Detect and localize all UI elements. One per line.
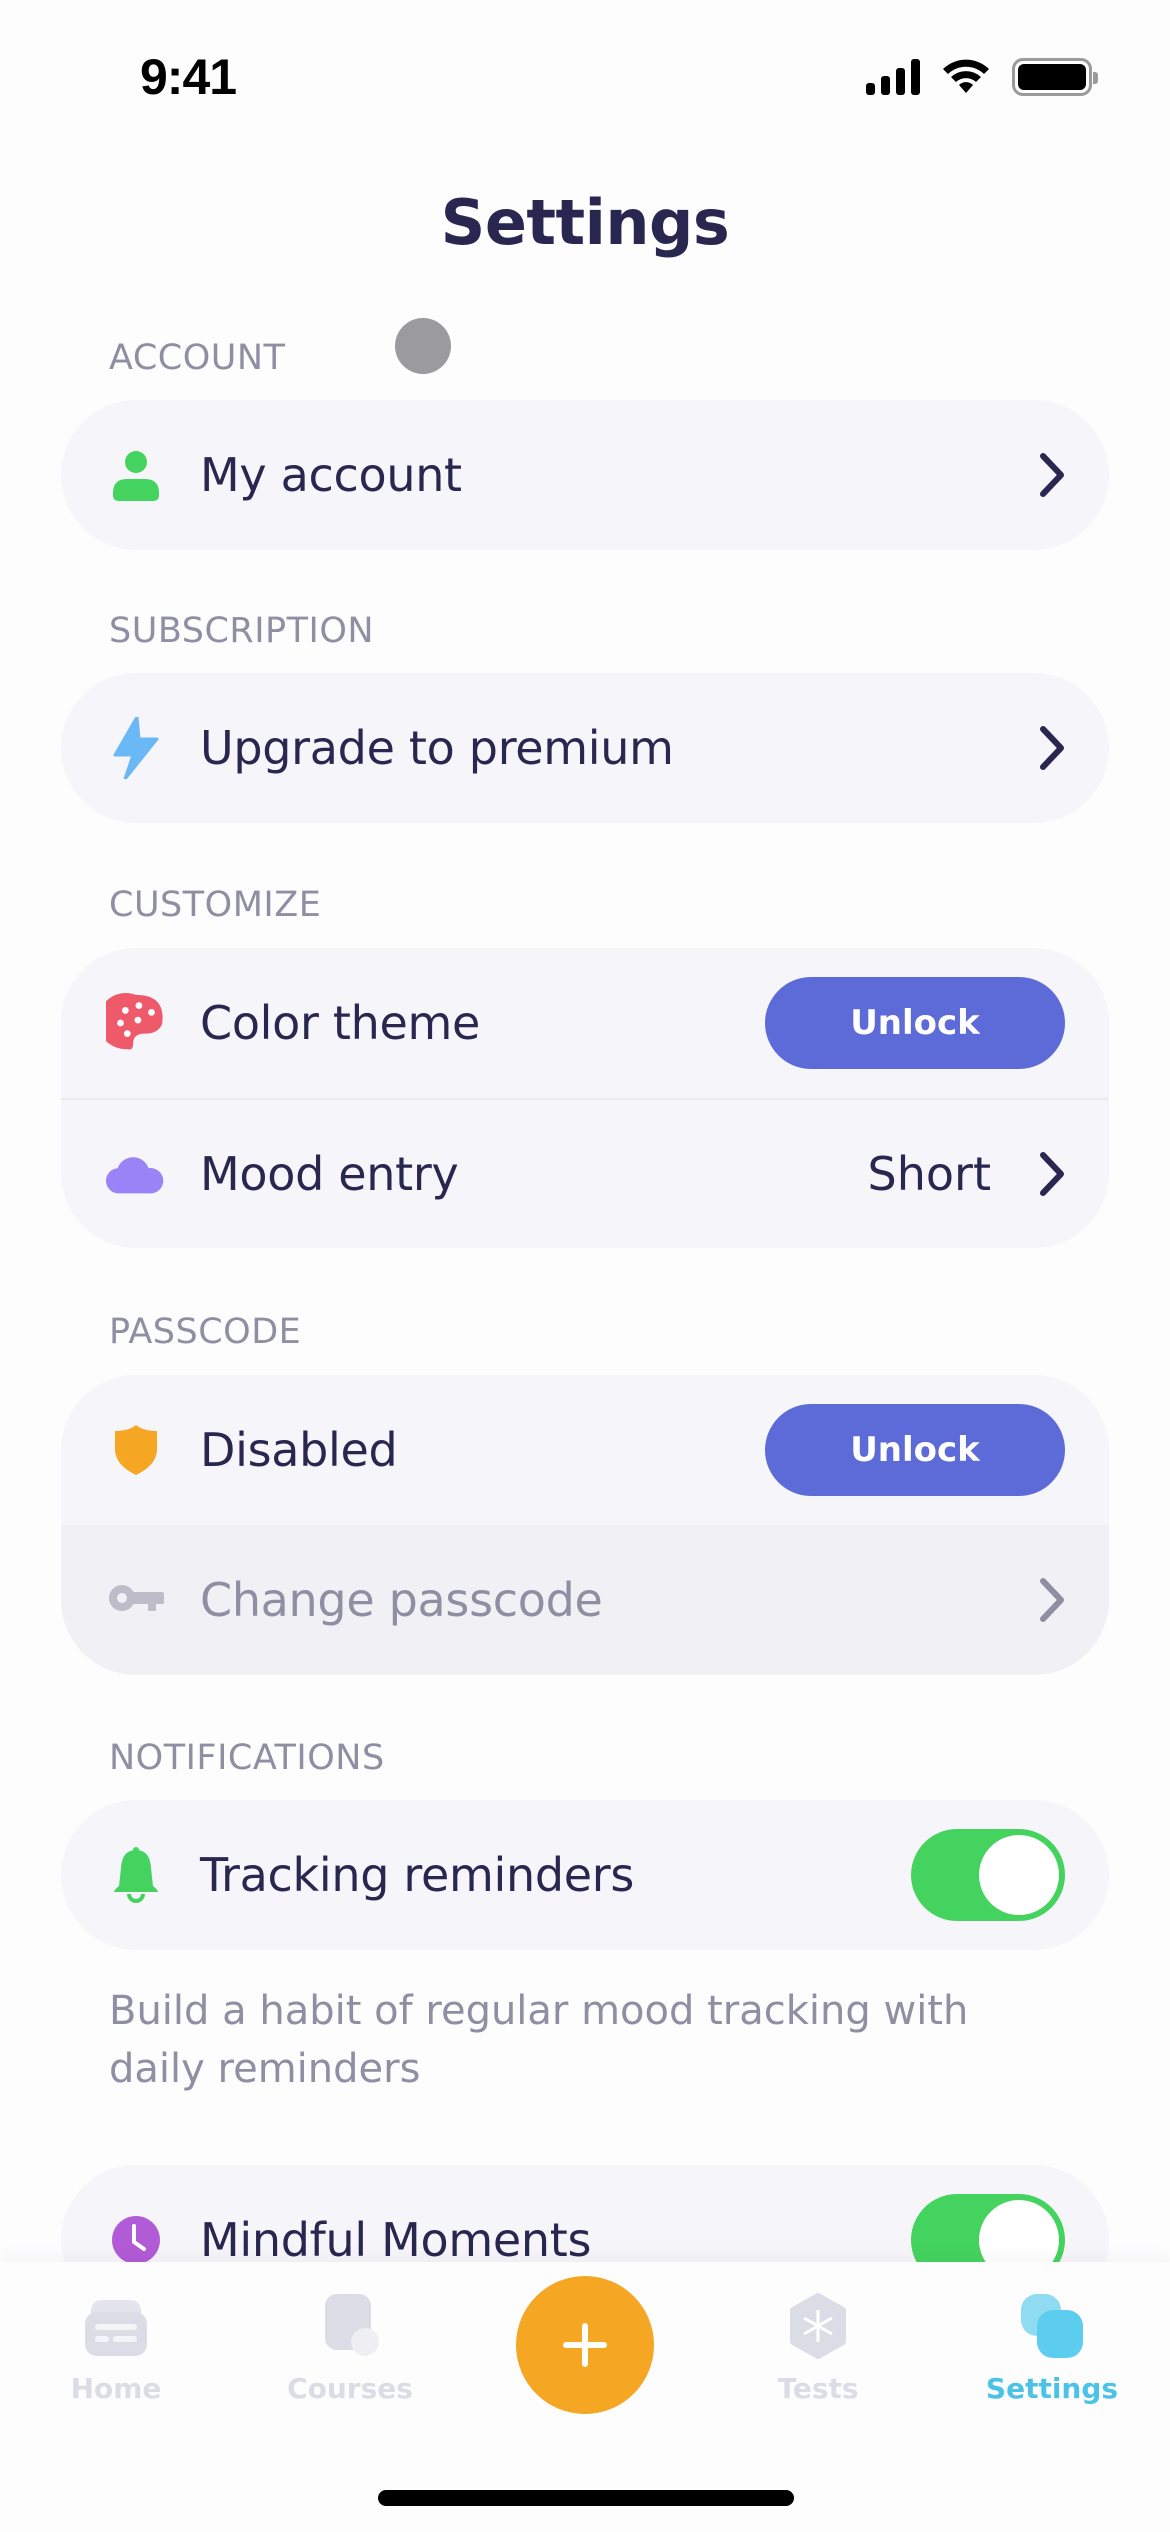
- row-label: Disabled: [200, 1423, 398, 1477]
- tab-label: Tests: [777, 2372, 859, 2405]
- home-icon: [81, 2292, 151, 2362]
- add-entry-button[interactable]: [516, 2276, 654, 2414]
- status-bar: 9:41: [0, 0, 1170, 140]
- bell-icon: [106, 1845, 166, 1905]
- palette-icon: [106, 993, 166, 1053]
- customize-card: Color theme Unlock Mood entry Short: [61, 948, 1109, 1248]
- passcode-status-row: Disabled Unlock: [61, 1375, 1109, 1525]
- section-label-notifications: NOTIFICATIONS: [109, 1738, 385, 1778]
- page-title: Settings: [440, 186, 730, 259]
- account-card: My account: [61, 400, 1109, 550]
- row-label: Upgrade to premium: [200, 721, 674, 775]
- tab-label: Settings: [985, 2372, 1119, 2405]
- plus-icon: [563, 2323, 607, 2367]
- row-label: Change passcode: [200, 1573, 603, 1627]
- key-icon: [106, 1570, 166, 1630]
- tab-settings[interactable]: Settings: [962, 2292, 1142, 2405]
- tab-tests[interactable]: Tests: [728, 2292, 908, 2405]
- cellular-signal-icon: [866, 59, 920, 95]
- section-label-subscription: SUBSCRIPTION: [109, 611, 375, 651]
- change-passcode-row[interactable]: Change passcode: [61, 1525, 1109, 1675]
- tracking-reminders-description: Build a habit of regular mood tracking w…: [109, 1988, 969, 2092]
- mood-entry-row[interactable]: Mood entry Short: [61, 1098, 1109, 1248]
- row-label: Color theme: [200, 996, 481, 1050]
- touch-indicator: [395, 318, 451, 374]
- tracking-reminders-row: Tracking reminders: [61, 1800, 1109, 1950]
- tab-home[interactable]: Home: [26, 2292, 206, 2405]
- section-label-customize: CUSTOMIZE: [109, 885, 322, 925]
- lightning-icon: [106, 717, 166, 779]
- person-icon: [106, 445, 166, 505]
- courses-icon: [315, 2292, 385, 2362]
- color-theme-unlock-button[interactable]: Unlock: [765, 977, 1065, 1069]
- row-label: Mood entry: [200, 1147, 459, 1201]
- settings-icon: [1017, 2292, 1087, 2362]
- color-theme-row[interactable]: Color theme Unlock: [61, 948, 1109, 1098]
- chevron-right-icon: [1040, 453, 1064, 497]
- row-label: Tracking reminders: [200, 1848, 635, 1902]
- section-label-account: ACCOUNT: [109, 338, 286, 378]
- tracking-reminders-toggle[interactable]: [911, 1829, 1065, 1921]
- subscription-card: Upgrade to premium: [61, 673, 1109, 823]
- tab-courses[interactable]: Courses: [260, 2292, 440, 2405]
- tab-label: Courses: [287, 2372, 413, 2405]
- shield-icon: [106, 1420, 166, 1480]
- passcode-card: Disabled Unlock Change passcode: [61, 1375, 1109, 1675]
- upgrade-premium-row[interactable]: Upgrade to premium: [61, 673, 1109, 823]
- cloud-icon: [106, 1144, 166, 1204]
- my-account-row[interactable]: My account: [61, 400, 1109, 550]
- wifi-icon: [943, 59, 989, 93]
- chevron-right-icon: [1040, 1152, 1064, 1196]
- chevron-right-icon: [1040, 1578, 1064, 1622]
- clock-icon: [106, 2210, 166, 2270]
- battery-icon: [1012, 58, 1098, 96]
- status-icons: [866, 58, 1098, 96]
- section-label-passcode: PASSCODE: [109, 1312, 302, 1352]
- chevron-right-icon: [1040, 726, 1064, 770]
- home-indicator[interactable]: [378, 2490, 794, 2506]
- mood-entry-value: Short: [867, 1147, 991, 1201]
- tests-icon: [783, 2292, 853, 2362]
- status-time: 9:41: [140, 49, 237, 105]
- row-label: My account: [200, 448, 462, 502]
- row-label: Mindful Moments: [200, 2213, 592, 2267]
- passcode-unlock-button[interactable]: Unlock: [765, 1404, 1065, 1496]
- tracking-reminders-card: Tracking reminders: [61, 1800, 1109, 1950]
- tab-label: Home: [70, 2372, 162, 2405]
